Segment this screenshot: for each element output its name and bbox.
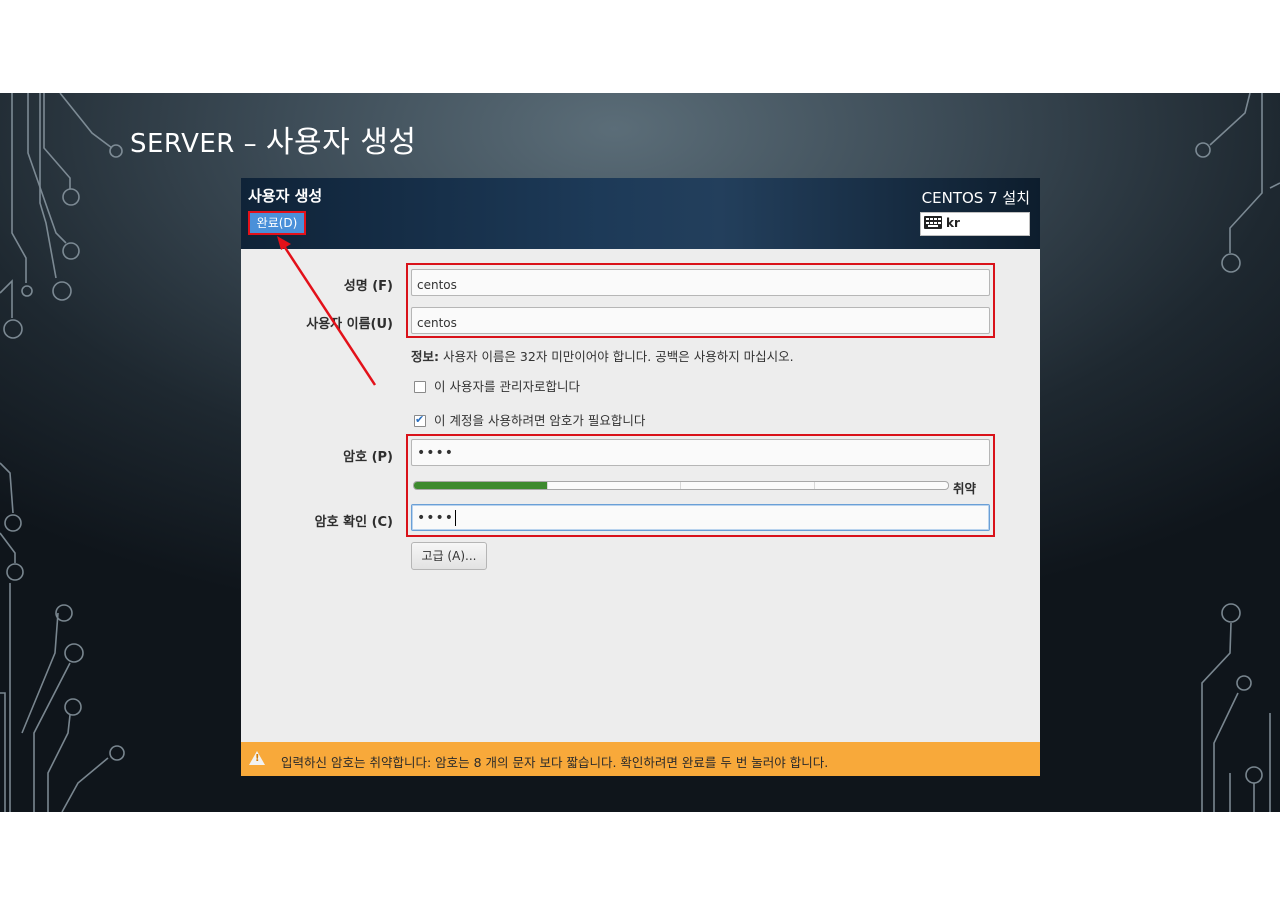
username-label: 사용자 이름(U) — [306, 317, 393, 332]
require-password-checkbox-box[interactable] — [414, 413, 426, 427]
require-password-checkbox-label: 이 계정을 사용하려면 암호가 필요합니다 — [434, 413, 646, 428]
advanced-button[interactable]: 고급 (A)... — [411, 542, 487, 570]
admin-checkbox-label: 이 사용자를 관리자로합니다 — [434, 379, 580, 394]
password-label: 암호 (P) — [343, 450, 393, 465]
admin-checkbox-box[interactable] — [414, 380, 426, 393]
installer-window: 사용자 생성 완료(D) CENTOS 7 설치 kr 성명 (F) cento… — [241, 178, 1040, 776]
confirm-password-label: 암호 확인 (C) — [314, 515, 393, 530]
fullname-label: 성명 (F) — [343, 279, 393, 294]
page-title: 사용자 생성 — [248, 187, 323, 205]
slide-title: SERVER – 사용자 생성 — [130, 125, 417, 160]
warning-icon: ! — [249, 751, 265, 765]
product-title: CENTOS 7 설치 — [921, 189, 1030, 207]
warning-bar[interactable]: ! 입력하신 암호는 취약합니다: 암호는 8 개의 문자 보다 짧습니다. 확… — [241, 742, 1040, 776]
installer-header: 사용자 생성 완료(D) CENTOS 7 설치 kr — [241, 178, 1040, 249]
require-password-checkbox[interactable]: 이 계정을 사용하려면 암호가 필요합니다 — [414, 410, 645, 429]
keyboard-layout-label: kr — [946, 216, 960, 230]
admin-checkbox[interactable]: 이 사용자를 관리자로합니다 — [414, 376, 580, 395]
keyboard-icon — [924, 216, 942, 229]
annotation-box-names — [406, 263, 995, 338]
username-info: 정보: 사용자 이름은 32자 미만이어야 합니다. 공백은 사용하지 마십시오… — [411, 349, 794, 364]
annotation-box-passwords — [406, 434, 995, 537]
keyboard-layout-indicator[interactable]: kr — [920, 212, 1030, 236]
done-button[interactable]: 완료(D) — [248, 211, 306, 235]
warning-text: 입력하신 암호는 취약합니다: 암호는 8 개의 문자 보다 짧습니다. 확인하… — [281, 755, 829, 770]
